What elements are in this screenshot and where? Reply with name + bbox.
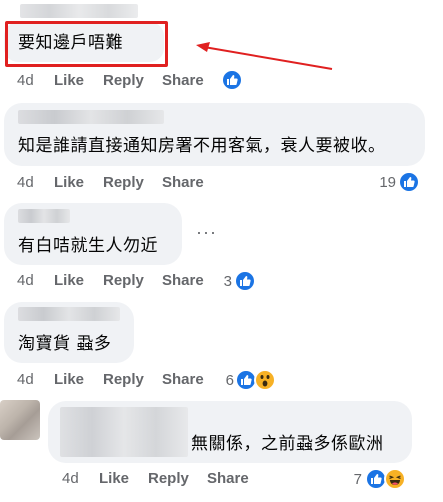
highlight-box (5, 21, 168, 67)
comment-actions: 4d Like Reply Share (17, 72, 204, 89)
share-button[interactable]: Share (162, 72, 204, 89)
comment-actions: 4d Like Reply Share (17, 174, 204, 191)
annotation-arrow (196, 42, 333, 70)
reply-button[interactable]: Reply (103, 72, 162, 89)
comment-time[interactable]: 4d (17, 72, 54, 89)
like-button[interactable]: Like (99, 470, 148, 487)
comment-text: 知是誰請直接通知房署不用客氣，衰人要被收。 (18, 136, 386, 156)
reaction-count[interactable]: 7 (346, 471, 362, 488)
share-button[interactable]: Share (162, 272, 204, 289)
wow-icon[interactable] (254, 369, 276, 391)
like-button[interactable]: Like (54, 272, 103, 289)
reply-button[interactable]: Reply (103, 371, 162, 388)
comment-actions: 4d Like Reply Share (17, 272, 204, 289)
author-name-blurred[interactable] (18, 110, 164, 124)
comment-time[interactable]: 4d (17, 371, 54, 388)
author-name-blurred[interactable] (20, 4, 138, 18)
comment-actions: 4d Like Reply Share (17, 371, 204, 388)
reply-button[interactable]: Reply (103, 174, 162, 191)
author-name-blurred[interactable] (60, 407, 188, 457)
reaction-count[interactable]: 6 (216, 372, 234, 389)
author-name-blurred[interactable] (18, 209, 70, 223)
comment-time[interactable]: 4d (17, 272, 54, 289)
like-icon[interactable] (221, 69, 243, 91)
comment-text: 無關係，之前蝨多係歐洲 (191, 434, 384, 454)
comment-actions: 4d Like Reply Share (62, 470, 249, 487)
like-icon[interactable] (234, 270, 256, 292)
like-button[interactable]: Like (54, 72, 103, 89)
like-button[interactable]: Like (54, 174, 103, 191)
reaction-count[interactable]: 19 (370, 174, 396, 191)
reply-button[interactable]: Reply (148, 470, 207, 487)
like-icon[interactable] (398, 171, 420, 193)
haha-icon[interactable] (384, 468, 406, 490)
reaction-count[interactable]: 3 (212, 273, 232, 290)
comment-text: 淘寶貨 蝨多 (18, 334, 112, 354)
reply-button[interactable]: Reply (103, 272, 162, 289)
author-name-blurred[interactable] (18, 307, 120, 321)
comment-text: 有白咭就生人勿近 (18, 236, 158, 256)
more-options-icon[interactable]: ··· (196, 222, 217, 243)
comment-time[interactable]: 4d (62, 470, 99, 487)
comment-time[interactable]: 4d (17, 174, 54, 191)
avatar[interactable] (0, 400, 40, 440)
share-button[interactable]: Share (162, 371, 204, 388)
share-button[interactable]: Share (207, 470, 249, 487)
share-button[interactable]: Share (162, 174, 204, 191)
like-button[interactable]: Like (54, 371, 103, 388)
